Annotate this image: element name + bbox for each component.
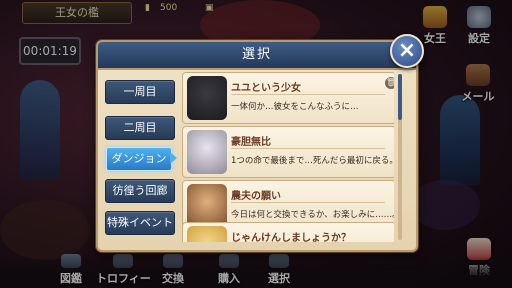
list-item[interactable]: ユユという少女 一体何か…彼女をこんなふうに… 🗑 xyxy=(182,72,394,124)
tab-second-playthrough[interactable]: 二周目 xyxy=(105,116,175,140)
character-portrait xyxy=(187,130,227,174)
character-portrait xyxy=(187,76,227,120)
list-item[interactable]: じゃんけんしましょうか？ xyxy=(182,222,394,242)
tab-dungeon[interactable]: ダンジョン xyxy=(106,147,172,171)
list-item-desc: 今日は何と交換できるか、お楽しみに……。 xyxy=(231,210,394,220)
scrollbar-thumb[interactable] xyxy=(398,74,402,120)
list-scrollbar[interactable] xyxy=(398,74,402,240)
list-item-title: 豪胆無比 xyxy=(231,137,271,148)
divider xyxy=(231,94,385,95)
tab-first-playthrough[interactable]: 一周目 xyxy=(105,80,175,104)
trash-icon[interactable]: 🗑 xyxy=(385,77,394,89)
list-item[interactable]: 豪胆無比 1つの命で最後まで…死んだら最初に戻る。 xyxy=(182,126,394,178)
list-item-title: ユユという少女 xyxy=(231,83,301,94)
list-item-desc: 1つの命で最後まで…死んだら最初に戻る。 xyxy=(231,156,394,166)
list-item-desc: 一体何か…彼女をこんなふうに… xyxy=(231,102,359,112)
divider xyxy=(231,202,385,203)
list-item-title: じゃんけんしましょうか？ xyxy=(231,233,351,242)
event-list[interactable]: ユユという少女 一体何か…彼女をこんなふうに… 🗑 豪胆無比 1つの命で最後まで… xyxy=(182,72,394,242)
list-item-title: 農夫の願い xyxy=(231,191,281,202)
character-portrait xyxy=(187,226,227,242)
divider xyxy=(231,148,385,149)
tab-special-event[interactable]: 特殊イベント xyxy=(105,211,175,235)
tab-wandering-corridor[interactable]: 彷徨う回廊 xyxy=(105,179,175,203)
active-tab-arrow-icon xyxy=(170,152,177,164)
dialog-title: 選択 xyxy=(98,42,416,70)
close-button[interactable]: × xyxy=(390,34,424,68)
